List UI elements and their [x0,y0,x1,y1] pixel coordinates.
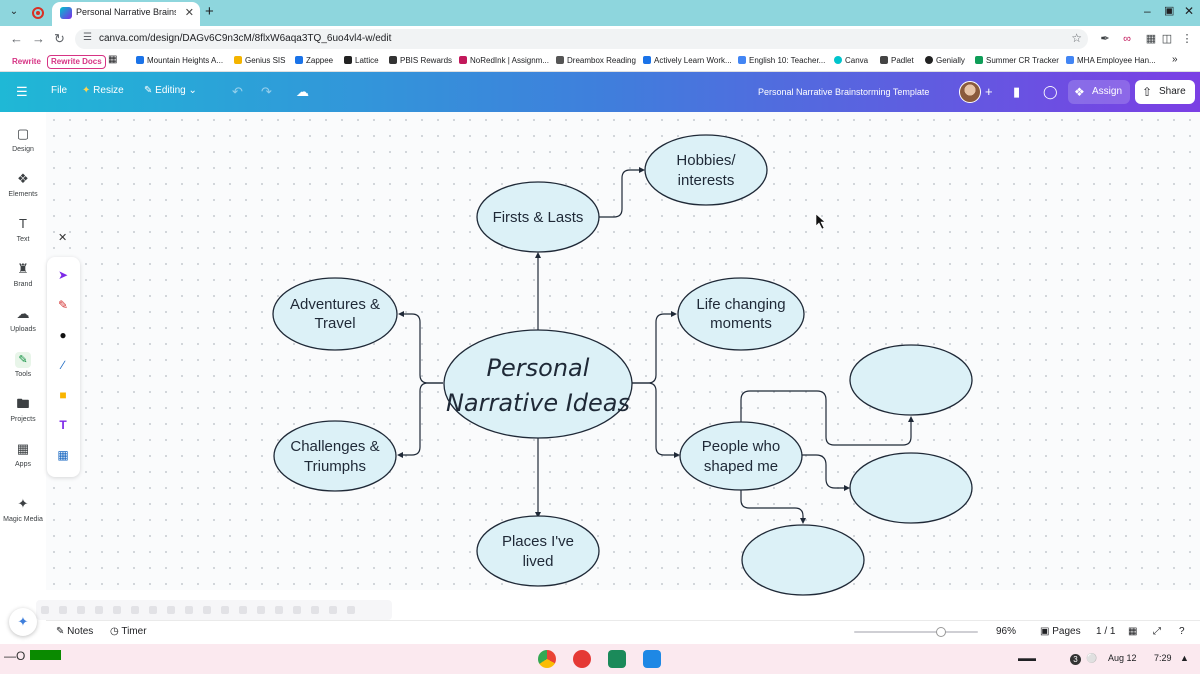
os-shelf: —O ▬▬ 3 ⚪ Aug 12 7:29 ▲ [0,644,1200,674]
faded-element-toolbar [36,600,392,620]
arrowhead [844,485,850,491]
zoom-slider[interactable] [854,631,978,633]
page-counter[interactable]: 1 / 1 [1096,626,1115,637]
timer-label: Timer [121,626,147,637]
timer-button[interactable]: ◷ Timer [110,626,147,637]
connector-center-adventures [404,313,443,384]
empty-node[interactable] [741,524,865,596]
grid-view-icon[interactable]: ▦ [1128,626,1137,637]
arrowhead [674,452,680,458]
text-tool-icon[interactable]: T [55,417,71,433]
launcher-icon[interactable]: —O [4,649,25,663]
places-label-line1: Places I've [502,533,574,550]
places-label-line2: lived [523,553,554,570]
empty-node[interactable] [849,344,973,416]
challenges-node[interactable] [273,420,397,492]
zoom-level[interactable]: 96% [996,626,1016,637]
connector-people-middle [802,454,844,489]
timer-icon: ◷ [110,626,119,637]
mind-map: Personal Narrative Ideas Firsts & Lasts … [272,134,973,596]
arrowhead [397,452,403,458]
pages-label: Pages [1052,626,1081,637]
arrowhead [639,167,645,173]
shapes-tool-icon[interactable]: ● [55,327,71,343]
challenges-label-line1: Challenges & [290,438,379,455]
empty-node[interactable] [849,452,973,524]
line-tool-icon[interactable]: ∕ [55,357,71,373]
clock-label[interactable]: 7:29 [1154,653,1172,663]
pen-tool-icon[interactable]: ✎ [55,297,71,313]
places-node[interactable] [476,515,600,587]
challenges-label-line2: Triumphs [304,458,366,475]
center-node-line1: Personal [487,354,590,382]
connector-center-people [632,382,674,456]
people-label-line1: People who [702,438,780,455]
pages-icon: ▣ [1040,626,1050,637]
help-icon[interactable]: ? [1179,626,1185,637]
people-node[interactable] [679,421,803,491]
connector-center-life [632,313,671,384]
arrowhead [535,252,541,258]
app-red-icon[interactable] [573,650,591,668]
drawing-tools-panel: ➤ ✎ ● ∕ ■ T ▦ [47,257,80,477]
dnd-icon[interactable]: ⚪ [1086,653,1097,664]
center-node[interactable] [443,329,633,439]
select-pointer-icon[interactable]: ➤ [55,267,71,283]
adventures-label-line2: Travel [314,315,355,332]
connector-center-challenges [403,382,443,456]
arrowhead [908,416,914,422]
center-node-line2: Narrative Ideas [446,389,630,417]
adventures-node[interactable] [272,277,398,351]
chrome-app-icon[interactable] [538,650,556,668]
mouse-cursor-icon [815,213,826,230]
zoom-slider-handle[interactable] [936,627,946,637]
notes-button[interactable]: ✎ Notes [56,626,93,637]
hobbies-label-line1: Hobbies/ [676,152,736,169]
people-label-line2: shaped me [704,458,778,475]
life-changing-label-line1: Life changing [696,296,785,313]
editor-footer: ✎ Notes ◷ Timer 96% ▣ Pages 1 / 1 ▦ ⤢ ? [46,620,1200,642]
fullscreen-icon[interactable]: ⤢ [1153,626,1161,637]
shelf-status-icon[interactable]: ▬▬ [1018,653,1036,663]
connector-people-bottom [740,489,804,518]
arrowhead [800,518,806,524]
sticky-note-icon[interactable]: ■ [55,387,71,403]
life-changing-label-line2: moments [710,315,772,332]
table-tool-icon[interactable]: ▦ [55,447,71,463]
hobbies-node[interactable] [644,134,768,206]
notification-count[interactable]: 3 [1070,654,1081,665]
date-label[interactable]: Aug 12 [1108,653,1137,663]
wifi-icon[interactable]: ▲ [1180,653,1189,663]
progress-indicator [30,650,61,660]
arrowhead [398,311,404,317]
notes-icon: ✎ [56,626,65,637]
classroom-app-icon[interactable] [608,650,626,668]
hobbies-label-line2: interests [678,172,735,189]
pages-button[interactable]: ▣ Pages [1040,626,1081,637]
connector-firsts-hobbies [599,169,639,218]
notes-label: Notes [67,626,94,637]
adventures-label-line1: Adventures & [290,296,380,313]
life-changing-node[interactable] [677,277,805,351]
files-app-icon[interactable] [643,650,661,668]
firsts-lasts-label: Firsts & Lasts [493,209,584,226]
arrowhead [671,311,677,317]
magic-sparkle-icon[interactable]: ✦ [9,608,37,636]
close-tools-icon[interactable]: ✕ [58,231,67,244]
